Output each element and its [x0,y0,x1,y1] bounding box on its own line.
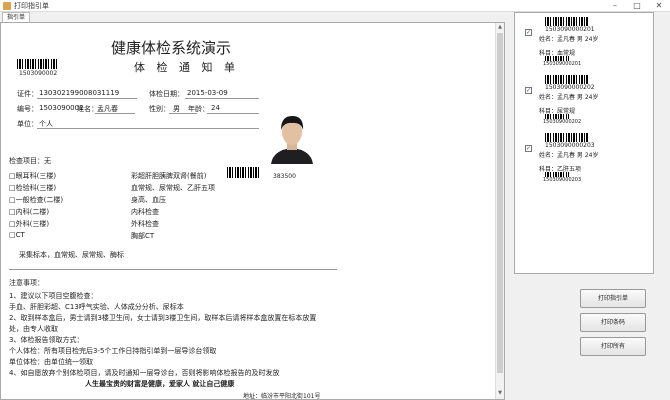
note-line: 个人体检：所有项目检完后3-5个工作日持指引单到一层导诊台领取 [9,347,217,355]
barcode-card[interactable]: 1503090000201 ✓ 姓名：孟凡春 男 24岁 科目：血常规 1503… [523,15,651,69]
left-item: □检验科(三楼) [9,184,57,192]
print-all-button[interactable]: 打印所有 [580,337,646,356]
card-name: 姓名：孟凡春 男 24岁 [539,152,599,159]
card-small-code: 150309000201 [543,61,582,67]
vertical-scrollbar[interactable]: ▲ ▼ [495,23,504,399]
card-barcode [545,17,589,26]
barcode-label-list: 1503090000201 ✓ 姓名：孟凡春 男 24岁 科目：血常规 1503… [514,12,654,274]
age-label: 年龄： [188,105,209,113]
left-item: □CT [9,231,25,239]
doc-subtitle: 体 检 通 知 单 [134,61,239,74]
item-barcode [227,167,259,178]
items-label: 检查项目：无 [9,157,51,165]
document-preview: 健康体检系统演示 体 检 通 知 单 1503090002 证件： 130302… [0,22,505,400]
note-line: 3、体检报告领取方式： [9,336,84,344]
note-line: 手血、肝胆彩超、C13呼气实验、人体成分分析、尿标本 [9,303,184,311]
card-small-code: 150309000203 [543,177,582,183]
card-code: 1503090000201 [545,26,595,33]
right-item: 彩超肝胆胰脾双肾(餐前) [131,172,207,180]
note-line: 单位体检：由单位统一领取 [9,358,93,366]
minimize-icon[interactable]: – [604,0,626,12]
patient-photo [269,108,315,164]
item-barcode-number: 383500 [273,173,296,180]
id-value: 130302199008031119 [39,89,120,97]
sex-label: 性别： [149,105,170,113]
left-item: □眼耳科(三楼) [9,172,57,180]
note-line: 1、建议以下项目空腹检查： [9,292,98,300]
window-title: 打印指引单 [14,2,49,10]
card-code: 1503090000202 [545,84,595,91]
doc-title: 健康体检系统演示 [111,39,232,57]
barcode-card[interactable]: 1503090000202 ✓ 姓名：孟凡春 男 24岁 科目：尿常规 1503… [523,73,651,127]
card-barcode [545,75,589,84]
note-line: 处，由专人收取 [9,325,58,333]
note-line: 2、取到样本盒后，男士请到3楼卫生间，女士请到3楼卫生间，取样本后请将样本盒放置… [9,314,317,322]
card-barcode [545,133,589,142]
close-icon[interactable]: ✕ [648,0,670,12]
left-item: □一般检查(二楼) [9,196,64,204]
date-underline [185,98,259,99]
address: 地址：临汾市平阳北街101号 [243,393,321,400]
card-small-code: 150309000202 [543,119,582,125]
right-item: 胸部CT [131,232,155,240]
sample-line: 采集标本，血常规、尿常规、酶标 [19,251,124,259]
tab-guide[interactable]: 指引单 [2,12,31,22]
maximize-icon[interactable]: □ [626,0,648,12]
card-checkbox[interactable]: ✓ [525,29,532,36]
unit-label: 单位： [17,120,38,128]
barcode-card[interactable]: 1503090000203 ✓ 姓名：孟凡春 男 24岁 科目：乙肝五项 150… [523,131,651,185]
person-photo-icon [269,108,315,164]
title-bar: 打印指引单 – □ ✕ [0,0,670,12]
scroll-down-icon[interactable]: ▼ [496,389,504,398]
card-name: 姓名：孟凡春 男 24岁 [539,36,599,43]
left-item: □内科(二楼) [9,208,50,216]
divider [9,269,337,270]
tab-bar: 指引单 [0,12,505,22]
date-value: 2015-03-09 [187,89,228,97]
notes-title: 注意事项： [9,279,44,287]
window-controls: – □ ✕ [604,0,670,12]
top-barcode-number: 1503090002 [19,70,58,77]
name-underline [95,113,135,114]
card-checkbox[interactable]: ✓ [525,87,532,94]
note-line: 4、如自愿放弃个别体检项目，请及时通知一层导诊台，否则将影响体检报告的及时发放 [9,369,280,377]
age-value: 24 [211,104,220,112]
print-guide-button[interactable]: 打印指引单 [580,289,646,308]
right-item: 血常规、尿常规、乙肝五项 [131,184,215,192]
no-label: 编号： [17,105,38,113]
right-item: 外科检查 [131,220,159,228]
card-checkbox[interactable]: ✓ [525,145,532,152]
date-label: 体检日期： [149,90,184,98]
unit-underline [37,128,259,129]
top-barcode [17,59,57,69]
right-item: 内科检查 [131,208,159,216]
app-icon [3,2,11,10]
right-item: 身高、血压 [131,196,166,204]
left-item: □外科(三楼) [9,220,50,228]
id-underline [37,98,137,99]
print-barcode-button[interactable]: 打印条码 [580,313,646,332]
slogan: 人生最宝贵的财富是健康，爱家人 就让自己健康 [85,380,235,388]
card-name: 姓名：孟凡春 男 24岁 [539,94,599,101]
scroll-up-icon[interactable]: ▲ [496,23,504,32]
scroll-thumb[interactable] [497,33,503,373]
card-code: 1503090000203 [545,142,595,149]
id-label: 证件： [17,90,38,98]
age-underline [207,113,259,114]
